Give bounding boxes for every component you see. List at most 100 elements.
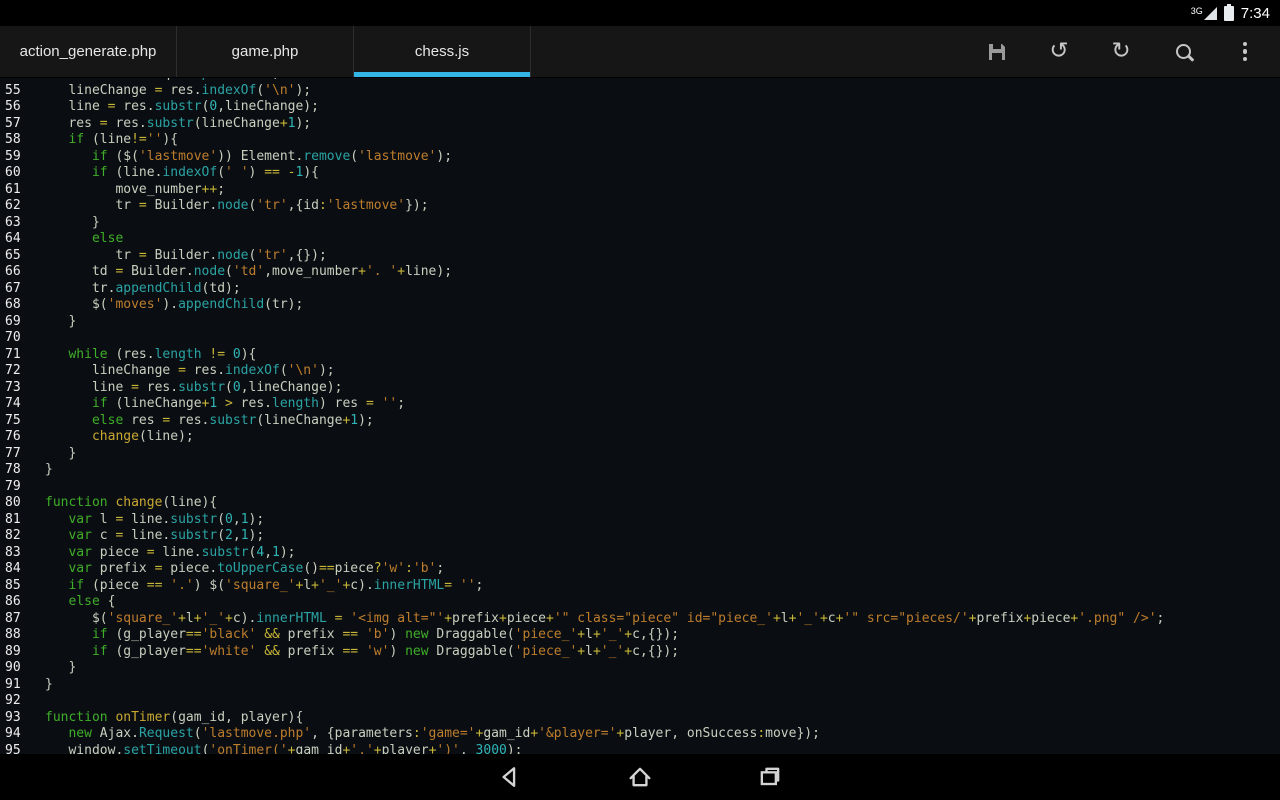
line-number: 58 (0, 132, 31, 149)
line-number: 93 (0, 710, 31, 727)
tab-game.php[interactable]: game.php (177, 26, 354, 77)
code-text: tr.appendChild(td); (31, 281, 1280, 298)
line-number: 92 (0, 693, 31, 710)
code-line: 80function change(line){ (0, 495, 1280, 512)
code-line: 79 (0, 479, 1280, 496)
code-text: else res = res.substr(lineChange+1); (31, 413, 1280, 430)
signal-icon (1204, 7, 1217, 20)
line-number: 72 (0, 363, 31, 380)
code-line: 73 line = res.substr(0,lineChange); (0, 380, 1280, 397)
overflow-menu-icon[interactable] (1214, 26, 1276, 78)
code-text: } (31, 215, 1280, 232)
line-number: 90 (0, 660, 31, 677)
overflow-dots-shape (1243, 42, 1248, 62)
home-icon[interactable] (625, 762, 655, 792)
code-text: function change(line){ (31, 495, 1280, 512)
code-text: var prefix = piece.toUpperCase()==piece?… (31, 561, 1280, 578)
line-number: 94 (0, 726, 31, 743)
code-text: new Ajax.Request('lastmove.php', {parame… (31, 726, 1280, 743)
code-line: 61 move_number++; (0, 182, 1280, 199)
line-number: 68 (0, 297, 31, 314)
code-line: 58 if (line!=''){ (0, 132, 1280, 149)
code-line: 93function onTimer(gam_id, player){ (0, 710, 1280, 727)
line-number: 62 (0, 198, 31, 215)
code-text: var piece = line.substr(4,1); (31, 545, 1280, 562)
line-number: 57 (0, 116, 31, 133)
code-line: 72 lineChange = res.indexOf('\n'); (0, 363, 1280, 380)
code-text: } (31, 660, 1280, 677)
line-number: 81 (0, 512, 31, 529)
line-number: 83 (0, 545, 31, 562)
search-icon[interactable] (1152, 26, 1214, 78)
code-text: tr = Builder.node('tr',{id:'lastmove'}); (31, 198, 1280, 215)
android-screen: 3G 7:34 action_generate.phpgame.phpchess… (0, 0, 1280, 800)
code-line: 85 if (piece == '.') $('square_'+l+'_'+c… (0, 578, 1280, 595)
line-number: 59 (0, 149, 31, 166)
code-line: 59 if ($('lastmove')) Element.remove('la… (0, 149, 1280, 166)
line-number: 88 (0, 627, 31, 644)
line-number: 56 (0, 99, 31, 116)
code-line: 56 line = res.substr(0,lineChange); (0, 99, 1280, 116)
line-number: 61 (0, 182, 31, 199)
code-text: if (line!=''){ (31, 132, 1280, 149)
code-text: else { (31, 594, 1280, 611)
line-number: 63 (0, 215, 31, 232)
code-text: res = res.substr(lineChange+1); (31, 116, 1280, 133)
code-editor[interactable]: 54 var res = req.responseText;55 lineCha… (0, 78, 1280, 754)
code-line: 76 change(line); (0, 429, 1280, 446)
code-text (31, 330, 1280, 347)
code-lines: 54 var res = req.responseText;55 lineCha… (0, 78, 1280, 754)
tab-label: game.php (232, 43, 299, 60)
line-number: 73 (0, 380, 31, 397)
line-number: 64 (0, 231, 31, 248)
code-text: line = res.substr(0,lineChange); (31, 380, 1280, 397)
code-text: change(line); (31, 429, 1280, 446)
line-number: 84 (0, 561, 31, 578)
line-number: 82 (0, 528, 31, 545)
battery-icon (1224, 6, 1234, 21)
line-number: 87 (0, 611, 31, 628)
save-icon[interactable] (966, 26, 1028, 78)
code-text: $('moves').appendChild(tr); (31, 297, 1280, 314)
line-number: 85 (0, 578, 31, 595)
code-text: if ($('lastmove')) Element.remove('lastm… (31, 149, 1280, 166)
tab-label: chess.js (415, 43, 469, 60)
code-text: if (line.indexOf(' ') == -1){ (31, 165, 1280, 182)
code-line: 83 var piece = line.substr(4,1); (0, 545, 1280, 562)
code-line: 67 tr.appendChild(td); (0, 281, 1280, 298)
redo-icon[interactable]: ↻ (1090, 26, 1152, 78)
tab-strip: action_generate.php game.php chess.js (0, 26, 531, 77)
undo-glyph: ↺ (1049, 40, 1068, 63)
line-number: 86 (0, 594, 31, 611)
line-number: 70 (0, 330, 31, 347)
back-icon[interactable] (495, 762, 525, 792)
undo-icon[interactable]: ↺ (1028, 26, 1090, 78)
code-line: 68 $('moves').appendChild(tr); (0, 297, 1280, 314)
tab-chess.js[interactable]: chess.js (354, 26, 531, 77)
tab-action_generate.php[interactable]: action_generate.php (0, 26, 177, 77)
line-number: 79 (0, 479, 31, 496)
line-number: 69 (0, 314, 31, 331)
code-text: } (31, 314, 1280, 331)
line-number: 77 (0, 446, 31, 463)
code-text: var l = line.substr(0,1); (31, 512, 1280, 529)
line-number: 60 (0, 165, 31, 182)
code-line: 66 td = Builder.node('td',move_number+'.… (0, 264, 1280, 281)
line-number: 91 (0, 677, 31, 694)
code-line: 57 res = res.substr(lineChange+1); (0, 116, 1280, 133)
line-number: 55 (0, 83, 31, 100)
code-text: var c = line.substr(2,1); (31, 528, 1280, 545)
code-text: $('square_'+l+'_'+c).innerHTML = '<img a… (31, 611, 1280, 628)
code-line: 95 window.setTimeout('onTimer('+gam_id+'… (0, 743, 1280, 755)
code-text: function onTimer(gam_id, player){ (31, 710, 1280, 727)
code-line: 71 while (res.length != 0){ (0, 347, 1280, 364)
code-line: 86 else { (0, 594, 1280, 611)
recents-icon[interactable] (755, 762, 785, 792)
code-text: } (31, 446, 1280, 463)
toolbar: ↺ ↻ (966, 26, 1280, 77)
code-text: line = res.substr(0,lineChange); (31, 99, 1280, 116)
code-text: lineChange = res.indexOf('\n'); (31, 363, 1280, 380)
code-line: 81 var l = line.substr(0,1); (0, 512, 1280, 529)
line-number: 89 (0, 644, 31, 661)
code-text (31, 693, 1280, 710)
